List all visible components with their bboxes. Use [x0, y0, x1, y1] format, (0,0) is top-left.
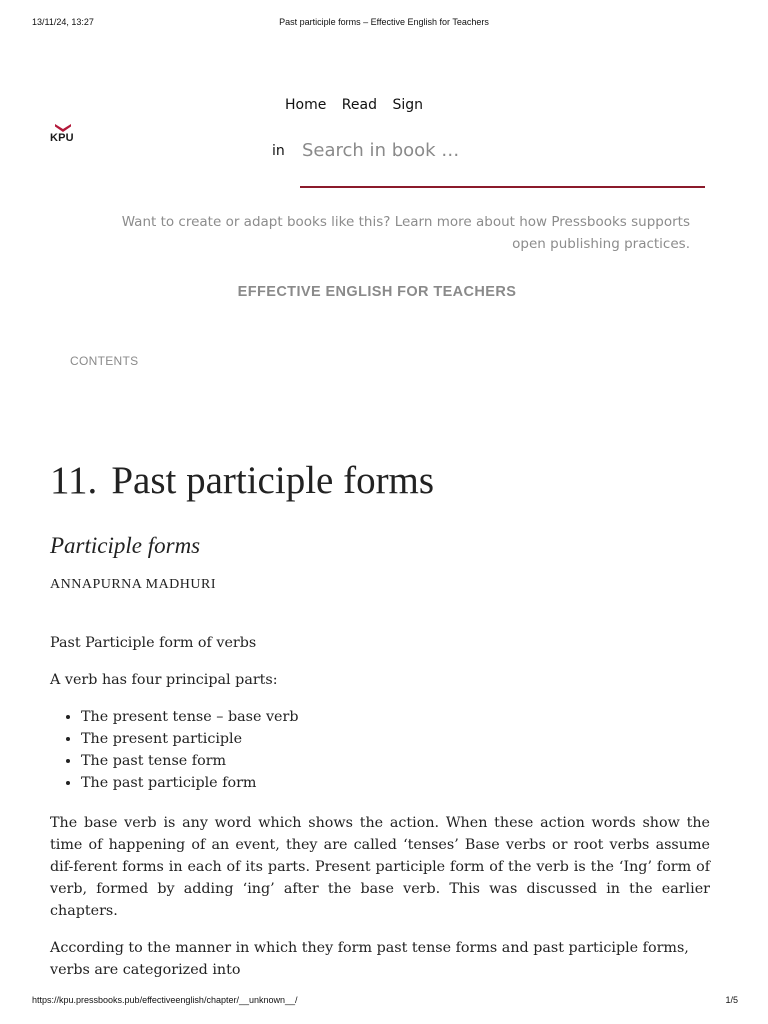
paragraph: Past Participle form of verbs — [50, 635, 257, 651]
search-box — [300, 136, 705, 188]
logo-text: KPU — [50, 132, 74, 144]
list-item: The present participle — [81, 728, 710, 750]
chapter-author: ANNAPURNA MADHURI — [50, 577, 217, 592]
pressbooks-promo: Want to create or adapt books like this?… — [90, 211, 690, 255]
paragraph: A verb has four principal parts: — [50, 672, 278, 688]
chapter-number: 11. — [50, 459, 98, 502]
promo-link-line2[interactable]: open publishing practices. — [512, 236, 690, 252]
chapter-subtitle: Participle forms — [50, 533, 201, 558]
nav-read-link[interactable]: Read — [342, 97, 377, 113]
paragraph: The base verb is any word which shows th… — [50, 815, 710, 919]
principal-parts-list: The present tense – base verb The presen… — [50, 706, 710, 794]
chapter-title: 11. Past participle forms — [50, 458, 434, 503]
contents-toggle[interactable]: CONTENTS — [70, 354, 138, 368]
search-input[interactable] — [300, 136, 702, 161]
list-item: The past participle form — [81, 772, 710, 794]
book-title[interactable]: EFFECTIVE ENGLISH FOR TEACHERS — [0, 284, 754, 300]
promo-link-line1[interactable]: Want to create or adapt books like this?… — [122, 214, 690, 230]
list-item: The present tense – base verb — [81, 706, 710, 728]
print-url: https://kpu.pressbooks.pub/effectiveengl… — [32, 995, 298, 1005]
paragraph: According to the manner in which they fo… — [50, 940, 689, 978]
list-item: The past tense form — [81, 750, 710, 772]
print-page-number: 1/5 — [725, 995, 738, 1005]
nav-sign-link[interactable]: Sign — [392, 97, 423, 113]
kpu-logo[interactable]: KPU — [50, 123, 76, 144]
chapter-content: Past Participle form of verbs A verb has… — [50, 632, 710, 996]
nav-home-link[interactable]: Home — [285, 97, 326, 113]
main-nav: Home Read Sign — [285, 97, 434, 113]
chapter-title-text: Past participle forms — [111, 459, 435, 502]
print-page-title: Past participle forms – Effective Englis… — [279, 17, 489, 27]
search-in-label: in — [272, 143, 285, 159]
